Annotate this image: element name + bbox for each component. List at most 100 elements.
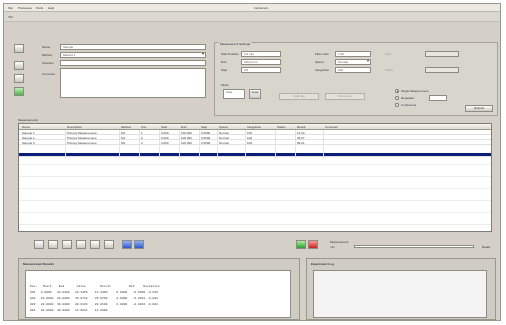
settings-title: Measurement Settings	[219, 42, 252, 46]
measurements-label: Measurements	[18, 118, 38, 122]
move-down-icon[interactable]	[134, 240, 144, 249]
column-divider	[275, 130, 276, 158]
filter-field[interactable]: 1.00	[335, 51, 371, 57]
insert-row-icon[interactable]	[48, 240, 58, 249]
single-radio[interactable]	[395, 89, 399, 93]
mode-field[interactable]: Auto	[223, 89, 245, 99]
delete-row-icon[interactable]	[90, 240, 100, 249]
paste-row-icon[interactable]	[76, 240, 86, 249]
save-icon[interactable]	[14, 74, 24, 83]
single-radio-label: Single Measurement	[401, 89, 429, 93]
end-field[interactable]: 100.0 mm	[241, 59, 281, 65]
copy-row-icon[interactable]	[62, 240, 72, 249]
mode-label: Mode	[221, 83, 229, 87]
method-label: Method	[42, 53, 53, 57]
apply-button[interactable]: Apply	[249, 89, 261, 99]
column-header[interactable]: Method	[121, 125, 131, 129]
column-divider	[159, 130, 160, 158]
end-label: End	[221, 60, 227, 64]
method-dropdown[interactable]: Method 1	[60, 52, 206, 58]
options-button[interactable]: Options	[465, 105, 493, 112]
results-text-box: Pos. Start End Value Result Ref Deviatio…	[25, 270, 291, 318]
calibrate-button: Calibrate	[279, 93, 319, 100]
menu-help[interactable]: Help	[48, 6, 54, 10]
speed-dropdown[interactable]: Normal	[335, 59, 371, 65]
results-line: 001 0.0000 10.0000 12.3456 12.3400 0.000…	[30, 291, 158, 294]
menu-tools[interactable]: Tools	[36, 6, 43, 10]
menu-file[interactable]: File	[8, 6, 13, 10]
offset-field	[425, 67, 459, 73]
header-strip: INS	[4, 12, 500, 22]
repeat-count-field[interactable]	[429, 95, 447, 101]
add-row-icon[interactable]	[34, 240, 44, 249]
status-text: Ready	[482, 245, 491, 249]
gain-label: Gain	[385, 52, 392, 56]
start-field[interactable]: 0.0 mm	[241, 51, 281, 57]
stop-icon[interactable]	[308, 240, 318, 249]
speed-label: Speed	[315, 60, 324, 64]
new-icon[interactable]	[14, 44, 24, 53]
column-divider	[295, 130, 296, 158]
log-text-box	[313, 270, 487, 318]
grid-line	[19, 200, 491, 201]
operator-label: Operator	[42, 61, 54, 65]
move-up-icon[interactable]	[122, 240, 132, 249]
column-header[interactable]: Description	[67, 125, 82, 129]
step-label: Step	[221, 68, 228, 72]
column-divider	[179, 130, 180, 158]
column-header[interactable]: Speed	[219, 125, 228, 129]
start-label: Start Position	[221, 52, 239, 56]
grid-line	[19, 188, 491, 189]
column-divider	[217, 130, 218, 158]
column-header[interactable]: End	[181, 125, 186, 129]
run-icon[interactable]	[14, 87, 24, 96]
column-header[interactable]: Integration	[247, 125, 261, 129]
offset-label: Offset	[385, 68, 393, 72]
measurements-table: Name Description Method Pos. Start End S…	[18, 123, 492, 232]
results-line: 004 30.0000 40.0000 12.0011 12.0000	[30, 309, 108, 312]
table-row-selected[interactable]	[19, 153, 491, 157]
integration-field[interactable]: 100	[335, 67, 371, 73]
table-row[interactable]: Sample 3 Primary Measurement M1 3 0.000 …	[19, 140, 491, 145]
open-icon[interactable]	[14, 61, 24, 70]
window-title: Instrument	[254, 6, 269, 10]
column-header[interactable]: Name	[22, 125, 30, 129]
grid-line	[19, 212, 491, 213]
grid-line	[19, 164, 491, 165]
continuous-radio[interactable]	[395, 103, 399, 107]
column-header[interactable]: Start	[161, 125, 167, 129]
column-header[interactable]: Comment	[325, 125, 338, 129]
menu-bar: File Processes Tools Help Instrument	[4, 4, 500, 12]
start-icon[interactable]	[296, 240, 306, 249]
column-divider	[323, 130, 324, 158]
name-label: Name	[42, 45, 51, 49]
clear-icon[interactable]	[104, 240, 114, 249]
repeated-radio[interactable]	[395, 96, 399, 100]
column-header[interactable]: Result	[297, 125, 306, 129]
comment-textarea[interactable]	[60, 68, 206, 98]
filter-label: Filter Gain	[315, 52, 329, 56]
application-window: File Processes Tools Help Instrument INS…	[3, 3, 501, 321]
column-header[interactable]: Step	[201, 125, 207, 129]
continuous-radio-label: Continuous	[401, 103, 417, 107]
log-title: Experiment Log	[311, 262, 334, 266]
column-header[interactable]: Pos.	[141, 125, 147, 129]
grid-line	[19, 224, 491, 225]
menu-processes[interactable]: Processes	[18, 6, 32, 10]
progress-sublabel: Idle	[330, 245, 335, 249]
column-divider	[119, 130, 120, 158]
log-panel: Experiment Log	[306, 258, 496, 320]
step-field[interactable]: 0.5	[241, 67, 281, 73]
results-line: 003 20.0000 30.0000 89.0134 89.0100 0.00…	[30, 303, 158, 306]
gain-field	[425, 51, 459, 57]
name-field[interactable]: Sample	[60, 44, 206, 50]
results-panel: Measurement Results Pos. Start End Value…	[18, 258, 300, 320]
progress-bar	[354, 245, 474, 248]
column-divider	[199, 130, 200, 158]
reference-button: Reference	[325, 93, 365, 100]
column-header[interactable]: Status	[277, 125, 286, 129]
operator-field[interactable]	[60, 60, 206, 66]
settings-group: Measurement Settings Start Position 0.0 …	[214, 42, 498, 116]
results-header-line: Pos. Start End Value Result Ref Deviatio…	[30, 285, 160, 288]
integration-label: Integration	[315, 68, 330, 72]
